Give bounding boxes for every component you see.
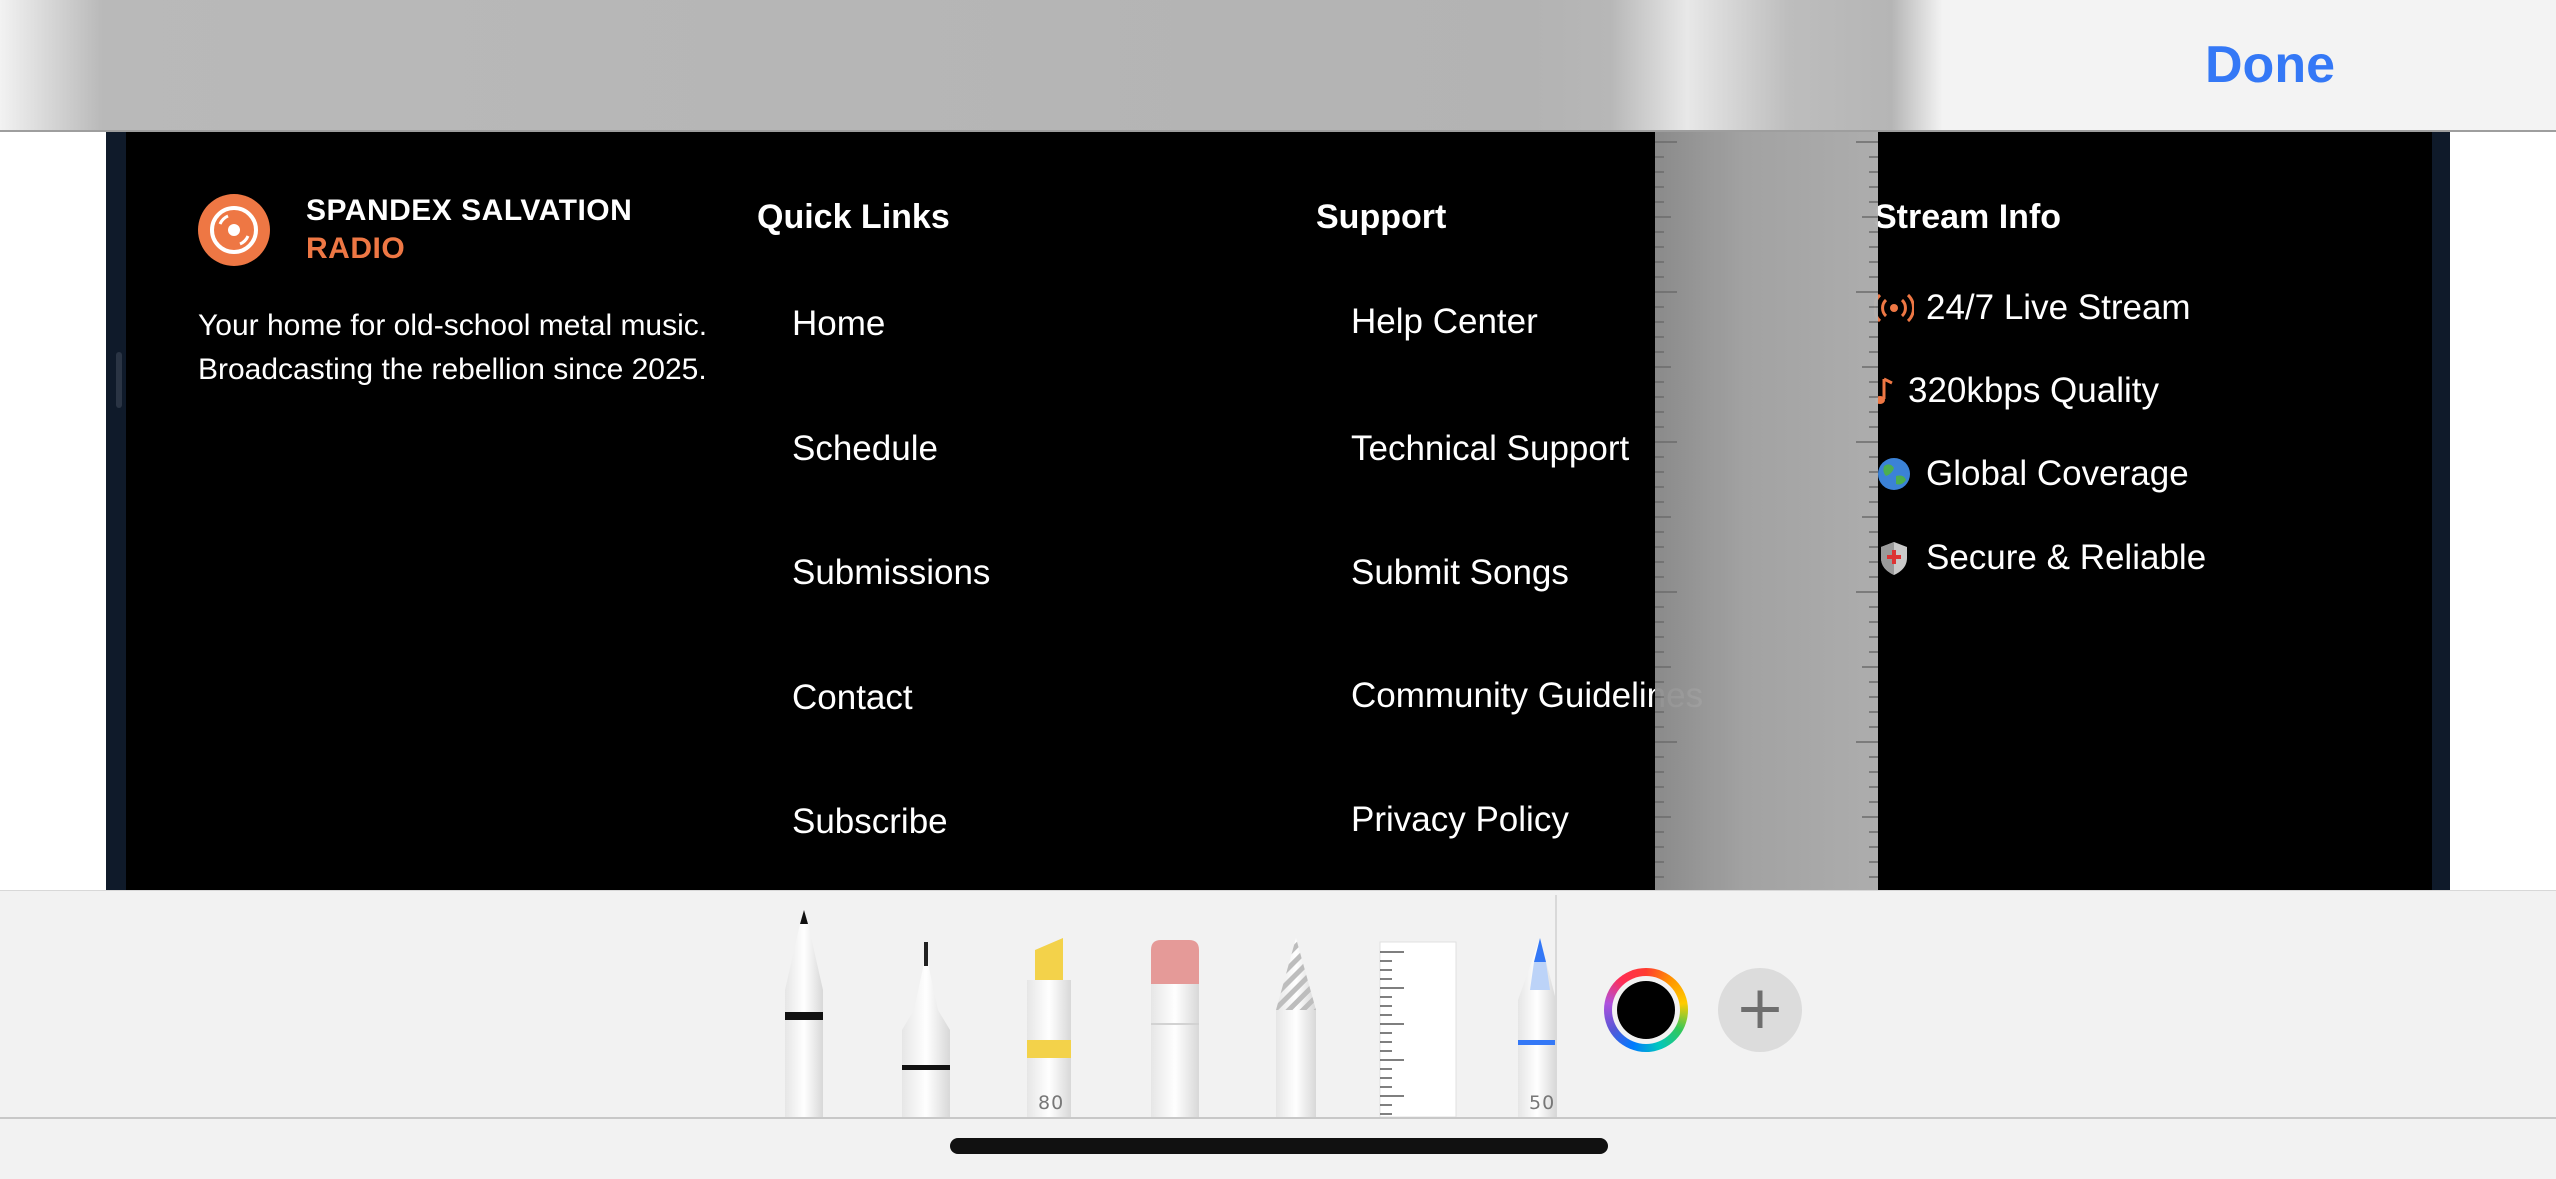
brand-name: SPANDEX SALVATION — [306, 194, 633, 227]
stream-item-coverage: Global Coverage — [1874, 449, 2189, 499]
quick-links-title: Quick Links — [757, 198, 950, 236]
footer-link-submit-songs[interactable]: Submit Songs — [1351, 553, 1569, 593]
stream-item-label: 24/7 Live Stream — [1926, 288, 2191, 327]
footer-link-technical-support[interactable]: Technical Support — [1351, 429, 1629, 469]
color-picker-button[interactable] — [1604, 968, 1688, 1052]
ruler-overlay[interactable] — [1655, 132, 1878, 890]
footer-link-community-guidelines[interactable]: Community Guidelines — [1351, 676, 1703, 716]
stream-item-label: Global Coverage — [1926, 454, 2189, 493]
pen-tool[interactable] — [775, 900, 833, 1117]
fineliner-tool[interactable] — [898, 900, 954, 1117]
stream-item-secure: Secure & Reliable — [1874, 533, 2206, 583]
site-footer: SPANDEX SALVATION RADIO Your home for ol… — [126, 132, 2432, 890]
highlighter-tool[interactable] — [1023, 900, 1075, 1117]
footer-link-submissions[interactable]: Submissions — [792, 553, 990, 593]
brand-description: Your home for old-school metal music. Br… — [198, 309, 708, 386]
footer-link-subscribe[interactable]: Subscribe — [792, 802, 948, 842]
footer-link-help-center[interactable]: Help Center — [1351, 302, 1538, 342]
shield-icon — [1874, 538, 1914, 578]
footer-link-privacy-policy[interactable]: Privacy Policy — [1351, 800, 1569, 840]
stream-item-live: 24/7 Live Stream — [1873, 283, 2191, 333]
broadcast-icon — [1873, 288, 1915, 328]
add-tool-button[interactable]: + — [1718, 968, 1802, 1052]
stream-item-label: 320kbps Quality — [1908, 371, 2159, 410]
scroll-handle[interactable] — [116, 352, 122, 408]
globe-icon — [1874, 454, 1914, 494]
pencil-tool[interactable] — [1510, 900, 1555, 1117]
footer-link-contact[interactable]: Contact — [792, 678, 913, 718]
footer-link-schedule[interactable]: Schedule — [792, 429, 938, 469]
lasso-tool[interactable] — [1268, 900, 1324, 1117]
markup-screen: Done SPANDEX SALVATION RADIO Your home f… — [0, 0, 2556, 1179]
highlighter-opacity-label: 80 — [1038, 1092, 1065, 1114]
radio-logo-icon — [198, 194, 270, 266]
done-button[interactable]: Done — [2200, 30, 2340, 100]
brand-name-accent: RADIO — [306, 232, 406, 265]
stream-item-label: Secure & Reliable — [1926, 538, 2207, 577]
pencil-opacity-label: 50 — [1529, 1092, 1556, 1114]
markup-top-bar: Done — [0, 0, 2556, 132]
support-title: Support — [1316, 198, 1447, 236]
footer-link-home[interactable]: Home — [792, 304, 885, 344]
home-indicator[interactable] — [950, 1138, 1608, 1154]
ruler-tool[interactable] — [1378, 900, 1458, 1118]
stream-item-quality: 320kbps Quality — [1874, 366, 2159, 416]
selected-color-swatch — [1617, 981, 1675, 1039]
palette-divider — [1555, 895, 1557, 1117]
eraser-tool[interactable] — [1148, 900, 1202, 1117]
stream-info-title: Stream Info — [1874, 198, 2062, 236]
